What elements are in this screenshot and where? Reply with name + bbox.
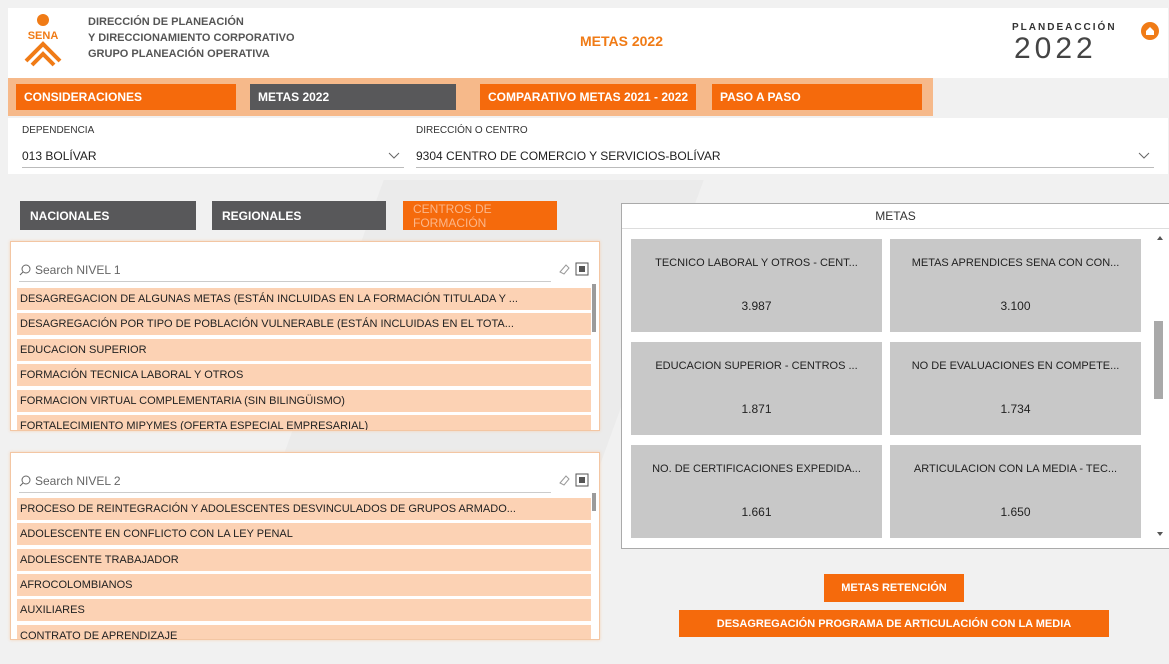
plan-logo-year: 2022 [1014, 32, 1097, 65]
meta-card: NO. DE CERTIFICACIONES EXPEDIDA... 1.661 [631, 445, 882, 538]
nav-consideraciones[interactable]: CONSIDERACIONES [16, 84, 236, 110]
meta-card-label: NO DE EVALUACIONES EN COMPETE... [911, 360, 1120, 372]
centro-dropdown[interactable]: 9304 CENTRO DE COMERCIO Y SERVICIOS-BOLÍ… [416, 145, 1154, 168]
meta-card: ARTICULACION CON LA MEDIA - TEC... 1.650 [890, 445, 1141, 538]
nivel1-slicer: Search NIVEL 1 DESAGREGACION DE ALGUNAS … [10, 241, 600, 431]
nivel1-item[interactable]: DESAGREGACION DE ALGUNAS METAS (ESTÁN IN… [17, 288, 591, 310]
metas-scrollbar[interactable] [1154, 321, 1163, 399]
centro-label: DIRECCIÓN O CENTRO [416, 125, 528, 136]
meta-card-value: 1.661 [741, 505, 772, 519]
nav-paso-a-paso[interactable]: PASO A PASO [712, 84, 922, 110]
nav-metas-2022[interactable]: METAS 2022 [250, 84, 456, 110]
metas-panel: METAS TECNICO LABORAL Y OTROS - CENT... … [621, 203, 1169, 549]
meta-card-label: ARTICULACION CON LA MEDIA - TEC... [913, 463, 1118, 475]
dependencia-value: 013 BOLÍVAR [22, 149, 97, 163]
tab-nacionales[interactable]: NACIONALES [20, 201, 196, 230]
nivel1-item[interactable]: FORTALECIMIENTO MIPYMES (OFERTA ESPECIAL… [17, 415, 591, 430]
nivel2-item[interactable]: ADOLESCENTE TRABAJADOR [17, 549, 591, 571]
articulacion-media-button[interactable]: DESAGREGACIÓN PROGRAMA DE ARTICULACIÓN C… [679, 610, 1109, 637]
scroll-up-icon[interactable] [1156, 234, 1164, 242]
meta-card: EDUCACION SUPERIOR - CENTROS ... 1.871 [631, 342, 882, 435]
nivel2-slicer: Search NIVEL 2 PROCESO DE REINTEGRACIÓN … [10, 452, 600, 640]
sena-logo: SENA [24, 14, 62, 67]
org-line-2: Y DIRECCIONAMIENTO CORPORATIVO [88, 32, 295, 44]
page-title: METAS 2022 [580, 33, 663, 49]
tab-regionales[interactable]: REGIONALES [212, 201, 386, 230]
dependencia-dropdown[interactable]: 013 BOLÍVAR [22, 145, 404, 168]
divider [622, 228, 1169, 229]
meta-card-value: 1.871 [741, 402, 772, 416]
nivel1-item[interactable]: FORMACION VIRTUAL COMPLEMENTARIA (SIN BI… [17, 390, 591, 412]
metas-title: METAS [875, 209, 916, 223]
scroll-down-icon[interactable] [1156, 530, 1164, 538]
meta-card-value: 1.650 [1000, 505, 1031, 519]
meta-card-label: EDUCACION SUPERIOR - CENTROS ... [655, 360, 858, 372]
meta-card-value: 3.100 [1000, 299, 1031, 313]
org-line-1: DIRECCIÓN DE PLANEACIÓN [88, 16, 244, 28]
meta-card-value: 3.987 [741, 299, 772, 313]
chevron-down-icon [388, 152, 400, 159]
eraser-icon[interactable] [558, 262, 570, 276]
org-line-3: GRUPO PLANEACIÓN OPERATIVA [88, 48, 270, 60]
nivel2-scrollbar[interactable] [592, 493, 596, 511]
centro-value: 9304 CENTRO DE COMERCIO Y SERVICIOS-BOLÍ… [416, 149, 721, 163]
logo-text: SENA [28, 30, 59, 42]
meta-card: TECNICO LABORAL Y OTROS - CENT... 3.987 [631, 239, 882, 332]
nav-comparativo[interactable]: COMPARATIVO METAS 2021 - 2022 [480, 84, 696, 110]
nivel1-scrollbar[interactable] [592, 284, 596, 332]
nav-bar: CONSIDERACIONES METAS 2022 COMPARATIVO M… [8, 78, 933, 116]
meta-card: METAS APRENDICES SENA CON CON... 3.100 [890, 239, 1141, 332]
nivel2-search-input[interactable]: Search NIVEL 2 [19, 470, 551, 493]
meta-card: NO DE EVALUACIONES EN COMPETE... 1.734 [890, 342, 1141, 435]
meta-card-label: NO. DE CERTIFICACIONES EXPEDIDA... [652, 463, 861, 475]
chevron-down-icon [1138, 152, 1150, 159]
focus-mode-icon[interactable] [575, 473, 589, 487]
nivel1-search-placeholder: Search NIVEL 1 [35, 263, 121, 277]
metas-retencion-button[interactable]: METAS RETENCIÓN [824, 574, 964, 602]
meta-card-label: METAS APRENDICES SENA CON CON... [911, 257, 1120, 269]
meta-card-value: 1.734 [1000, 402, 1031, 416]
nivel2-search-placeholder: Search NIVEL 2 [35, 474, 121, 488]
nivel2-item[interactable]: AFROCOLOMBIANOS [17, 574, 591, 596]
nivel1-item[interactable]: FORMACIÓN TECNICA LABORAL Y OTROS [17, 364, 591, 386]
dependencia-label: DEPENDENCIA [22, 125, 95, 136]
nivel1-search-input[interactable]: Search NIVEL 1 [19, 259, 551, 282]
search-icon [19, 475, 31, 487]
nivel1-item[interactable]: EDUCACION SUPERIOR [17, 339, 591, 361]
org-name: DIRECCIÓN DE PLANEACIÓN Y DIRECCIONAMIEN… [88, 14, 295, 62]
eraser-icon[interactable] [558, 473, 570, 487]
filter-panel: DEPENDENCIA 013 BOLÍVAR DIRECCIÓN O CENT… [8, 118, 1168, 174]
nivel1-item[interactable]: DESAGREGACIÓN POR TIPO DE POBLACIÓN VULN… [17, 313, 591, 335]
home-icon[interactable] [1141, 22, 1159, 40]
nivel2-item[interactable]: ADOLESCENTE EN CONFLICTO CON LA LEY PENA… [17, 523, 591, 545]
meta-card-label: TECNICO LABORAL Y OTROS - CENT... [655, 257, 858, 269]
focus-mode-icon[interactable] [575, 262, 589, 276]
tab-centros-formacion[interactable]: CENTROS DE FORMACIÓN [403, 201, 557, 230]
nivel2-item[interactable]: PROCESO DE REINTEGRACIÓN Y ADOLESCENTES … [17, 498, 591, 520]
nivel2-item[interactable]: AUXILIARES [17, 599, 591, 621]
search-icon [19, 264, 31, 276]
plan-de-accion-logo: PLANDEACCIÓN 2022 [1008, 16, 1128, 70]
nivel2-item[interactable]: CONTRATO DE APRENDIZAJE [17, 625, 591, 639]
